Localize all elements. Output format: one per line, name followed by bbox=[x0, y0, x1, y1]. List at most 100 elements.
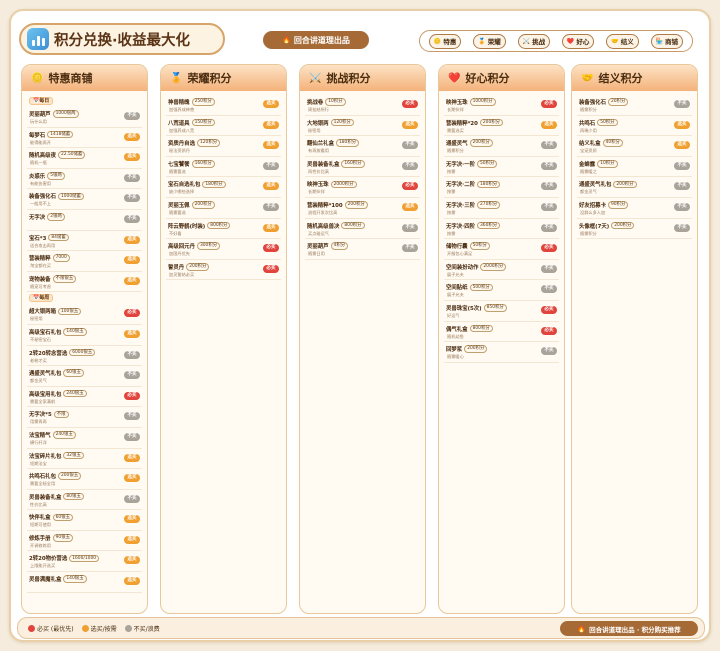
shop-item-row[interactable]: 储物行囊 50积分 开服包心满足 必买 bbox=[444, 239, 559, 260]
nav-tab[interactable]: 🏪 商铺 bbox=[650, 33, 684, 49]
shop-item-row[interactable]: 挑战卷 10积分 周挂结所行 必买 bbox=[305, 95, 420, 116]
nav-tab[interactable]: 🏅 荣耀 bbox=[473, 33, 506, 49]
shop-item-row[interactable]: 无字决*5 不限 用需再再 不买 bbox=[27, 407, 142, 428]
shop-item-row[interactable]: 宝石自选礼包 180积分 缺少哪些选择 选买 bbox=[166, 177, 281, 198]
shop-item-row[interactable]: 营装精粹 7000 淘宝都在买 选买 bbox=[27, 251, 142, 272]
shop-item-row[interactable]: 空间贴纸 500积分 展子允夫 不买 bbox=[444, 280, 559, 301]
shop-item-row[interactable]: 装备强化石 1000储蓄 一般用不上 不买 bbox=[27, 189, 142, 210]
shop-item-row[interactable]: 无字决·三阶 270积分 按需 不买 bbox=[444, 198, 559, 219]
shop-item-row[interactable]: 共鸣石 50积分 再稀少用 选买 bbox=[577, 116, 692, 137]
shop-item-row[interactable]: 映神玉珠 1000积分 长期伙伴 必买 bbox=[444, 95, 559, 116]
item-desc: 好运气 bbox=[447, 312, 460, 318]
item-name-line: 营装精粹 7000 bbox=[29, 254, 70, 262]
item-name: 灵丽葫芦 bbox=[29, 112, 51, 118]
item-price: 140银玉 bbox=[63, 328, 87, 336]
item-desc: 需要全秘全用 bbox=[30, 481, 56, 487]
recommend-badge: 必买 bbox=[402, 182, 418, 191]
shop-item-row[interactable]: 大地银两 120积分 秘密用 选买 bbox=[305, 116, 420, 137]
shop-item-row[interactable]: 好友招募卡 90积分 没群么多人加 不买 bbox=[577, 198, 692, 219]
shop-item-row[interactable]: 金蝉露 10积分 随需暖之 不买 bbox=[577, 157, 692, 178]
shop-item-row[interactable]: 神兽精魄 250积分 加强养成神兽 选买 bbox=[166, 95, 281, 116]
recommend-badge: 选买 bbox=[263, 100, 279, 108]
shop-item-row[interactable]: 营装精粹*100 200积分 流程开发次比高 选买 bbox=[305, 198, 420, 219]
nav-tab-label: 结义 bbox=[620, 38, 634, 46]
shop-item-row[interactable]: 每梦石 1418储蓄 能得能再开 选买 bbox=[27, 128, 142, 149]
shop-item-row[interactable]: 遇盛灵气礼包 60银玉 都金灵气 不买 bbox=[27, 366, 142, 387]
item-price: 140银玉 bbox=[63, 575, 87, 583]
shop-item-row[interactable]: 高级宝石礼包 140银玉 不秘密宝石 选买 bbox=[27, 325, 142, 346]
shop-item-row[interactable]: 法宝碎片礼包 32银玉 短期法宝 选买 bbox=[27, 449, 142, 470]
shop-item-row[interactable]: 快伴礼盒 60银玉 短期可使用 选买 bbox=[27, 510, 142, 531]
shop-item-row[interactable]: 通盛灵气 200积分 随需积分 不买 bbox=[444, 136, 559, 157]
shop-item-row[interactable]: 超大银两箱 100银玉 秘密用 必买 bbox=[27, 304, 142, 325]
item-name-line: 2转20物价营选 1600/1000 bbox=[29, 554, 100, 562]
shop-item-row[interactable]: 阵云野鹤(时装) 800积分 不好看 选买 bbox=[166, 219, 281, 240]
column-body: 装备强化石 20积分 随需积分 不买 共鸣石 50积分 再稀少用 选买 结义礼盒 40积分 宝宠资质… bbox=[572, 91, 697, 240]
shop-item-row[interactable]: 映神玉珠 2000积分 长期伙伴 必买 bbox=[305, 177, 420, 198]
shop-item-row[interactable]: 营装精粹*20 200积分 需要选买 选买 bbox=[444, 116, 559, 137]
nav-tab[interactable]: 🤝 结义 bbox=[606, 33, 639, 49]
recommend-badge: 必买 bbox=[263, 244, 279, 253]
shop-item-row[interactable]: 偶气礼盒 800积分 随机幼鱼 必买 bbox=[444, 322, 559, 343]
item-name-line: 快伴礼盒 60银玉 bbox=[29, 513, 73, 521]
shop-item-row[interactable]: 修炼手册 90银玉 开调修炼用 选买 bbox=[27, 531, 142, 552]
item-price: 不限银玉 bbox=[52, 275, 77, 283]
main-frame: 积分兑换·收益最大化 🔥 回合讲道理出品 🪙 特惠 🏅 荣耀 ⚔️ 挑战 ❤️ 好心 🤝 结义 🏪 商… bbox=[9, 9, 711, 642]
shop-item-row[interactable]: 八荒道具 150积分 加强养成八荒 选买 bbox=[166, 116, 281, 137]
shop-item-row[interactable]: 灵丽葫芦 4积分 随需日用 不买 bbox=[305, 239, 420, 260]
item-price: 180积分 bbox=[335, 139, 360, 147]
column-body: 神兽精魄 250积分 加强养成神兽 选买 八荒道具 150积分 加强养成八荒 选买 资质丹自选 1… bbox=[161, 91, 286, 281]
shop-item-row[interactable]: 高级宝用礼包 240银玉 需要全家满前 必买 bbox=[27, 387, 142, 408]
shop-item-row[interactable]: 随机高级兽决 800积分 买点碰运气 不买 bbox=[305, 219, 420, 240]
shop-item-row[interactable]: 2转20物价营选 1600/1000 上限能开选买 选买 bbox=[27, 551, 142, 573]
shop-item-row[interactable]: 灵兽珠宝(5次) 850积分 好运气 必买 bbox=[444, 301, 559, 322]
shop-item-row[interactable]: 结义礼盒 40积分 宝宠资质 选买 bbox=[577, 136, 692, 157]
shop-item-row[interactable]: 宠物装备 不限银玉 随宠可考虑 选买 bbox=[27, 272, 142, 293]
shop-item-row[interactable]: 灵兽装备礼盒 160积分 再性价比高 不买 bbox=[305, 157, 420, 178]
item-name-line: 无字决*5 不限 bbox=[29, 410, 69, 418]
item-desc: 老粉才买 bbox=[30, 357, 47, 363]
header: 积分兑换·收益最大化 🔥 回合讲道理出品 🪙 特惠 🏅 荣耀 ⚔️ 挑战 ❤️ 好心 🤝 结义 🏪 商… bbox=[11, 11, 713, 61]
shop-item-row[interactable]: 资质丹自选 120积分 秘法资质丹 选买 bbox=[166, 136, 281, 157]
shop-item-row[interactable]: 通盛灵气礼包 200积分 都金灵气 不买 bbox=[577, 177, 692, 198]
item-name: 随机高级兽决 bbox=[307, 223, 340, 230]
shop-item-row[interactable]: 无字决·一阶 50积分 按需 不买 bbox=[444, 157, 559, 178]
shop-item-row[interactable]: 高级回元丹 300积分 加国丹优先 必买 bbox=[166, 239, 281, 260]
shop-item-row[interactable]: 空间装扮动作 2000积分 展子允夫 不买 bbox=[444, 260, 559, 281]
shop-item-row[interactable]: 头像框(7天) 200积分 随需积分 不买 bbox=[577, 219, 692, 240]
nav-tab[interactable]: ⚔️ 挑战 bbox=[517, 33, 551, 49]
column-header: ⚔️ 挑战积分 bbox=[300, 65, 425, 91]
shop-item-row[interactable]: 宝石*3 84储蓄 适合攻击再用 选买 bbox=[27, 231, 142, 252]
nav-tab[interactable]: 🪙 特惠 bbox=[428, 33, 462, 49]
item-desc: 缺少哪些选择 bbox=[169, 189, 195, 195]
legend-dot-icon bbox=[124, 625, 132, 632]
item-price: 240银玉 bbox=[63, 389, 87, 398]
shop-item-row[interactable]: 炎惑乐 5银两 有能伤害用 不买 bbox=[27, 169, 142, 190]
shop-item-row[interactable]: 灵丽葫芦 1000银两 玩什么用 不买 bbox=[27, 107, 142, 128]
shop-item-row[interactable]: 无字决 2银两 不买 bbox=[27, 210, 142, 231]
shop-item-row[interactable]: 翻仙兰礼盒 180积分 有再按看用 不买 bbox=[305, 136, 420, 157]
item-desc: 随机幼鱼 bbox=[447, 333, 464, 339]
shop-item-row[interactable]: 誓灵丹 200积分 加灵誓结必买 必买 bbox=[166, 260, 281, 281]
shop-column: ⚔️ 挑战积分挑战卷 10积分 周挂结所行 必买 大地银两 120积分 秘密用 选买 翻仙兰礼盒 1… bbox=[299, 64, 426, 614]
shop-item-row[interactable]: 2转20转念营选 6000银玉 老粉才买 不买 bbox=[27, 346, 142, 367]
nav-tab[interactable]: ❤️ 好心 bbox=[561, 33, 595, 49]
shop-item-row[interactable]: 无字决·四阶 360积分 按需 不买 bbox=[444, 219, 559, 240]
item-desc: 都金灵气 bbox=[30, 378, 47, 384]
shop-item-row[interactable]: 灵丽玉佩 200积分 随需要选 不买 bbox=[166, 198, 281, 219]
shop-item-row[interactable]: 无字决·二阶 180积分 按需 不买 bbox=[444, 177, 559, 198]
item-name: 资质丹自选 bbox=[168, 141, 195, 148]
shop-item-row[interactable]: 七宝饕餮 160积分 随需要选 不买 bbox=[166, 157, 281, 178]
shop-item-row[interactable]: 法宝精气 240银玉 横行杆洋 不买 bbox=[27, 428, 142, 449]
shop-item-row[interactable]: 装备强化石 20积分 随需积分 不买 bbox=[577, 95, 692, 116]
nav-tab-icon: 🏅 bbox=[478, 37, 486, 45]
shop-item-row[interactable]: 随机高级夜 22.50储蓄 随机一瓶 选买 bbox=[27, 148, 142, 169]
recommend-badge: 不买 bbox=[124, 350, 140, 359]
shop-item-row[interactable]: 回梦浆 200积分 随需暖心 不买 bbox=[444, 342, 559, 363]
shop-column: 🤝 结义积分 装备强化石 20积分 随需积分 不买 共鸣石 50积分 再稀少用 选买 结义礼盒 40积… bbox=[571, 64, 698, 614]
shop-item-row[interactable]: 灵兽满魔礼盒 140银玉 选买 bbox=[27, 572, 142, 593]
shop-item-row[interactable]: 灵兽装备礼盒 80银玉 性价比高 不买 bbox=[27, 490, 142, 511]
recommend-badge: 不买 bbox=[124, 112, 140, 120]
shop-item-row[interactable]: 共鸣石礼包 200银玉 需要全秘全用 选买 bbox=[27, 469, 142, 490]
nav-tab-icon: 🤝 bbox=[611, 37, 619, 45]
